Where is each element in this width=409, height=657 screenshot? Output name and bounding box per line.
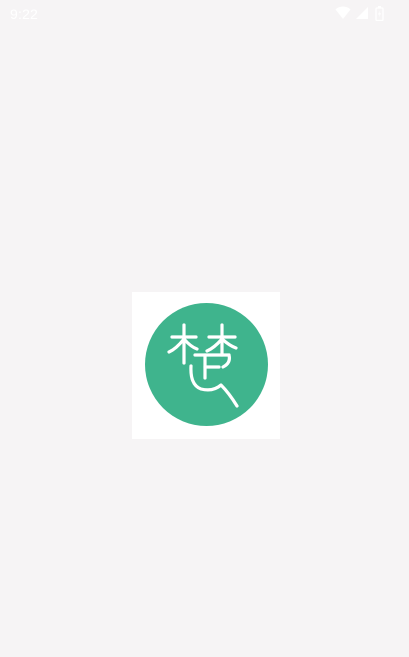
cellular-signal-icon [356, 7, 368, 19]
splash-screen: 9:22 [0, 0, 409, 657]
logo-card [132, 292, 280, 439]
battery-icon [375, 6, 384, 21]
status-time: 9:22 [10, 6, 39, 22]
wifi-icon [335, 6, 351, 19]
status-bar: 9:22 [0, 0, 409, 28]
chu-seal-logo-icon [145, 303, 268, 426]
